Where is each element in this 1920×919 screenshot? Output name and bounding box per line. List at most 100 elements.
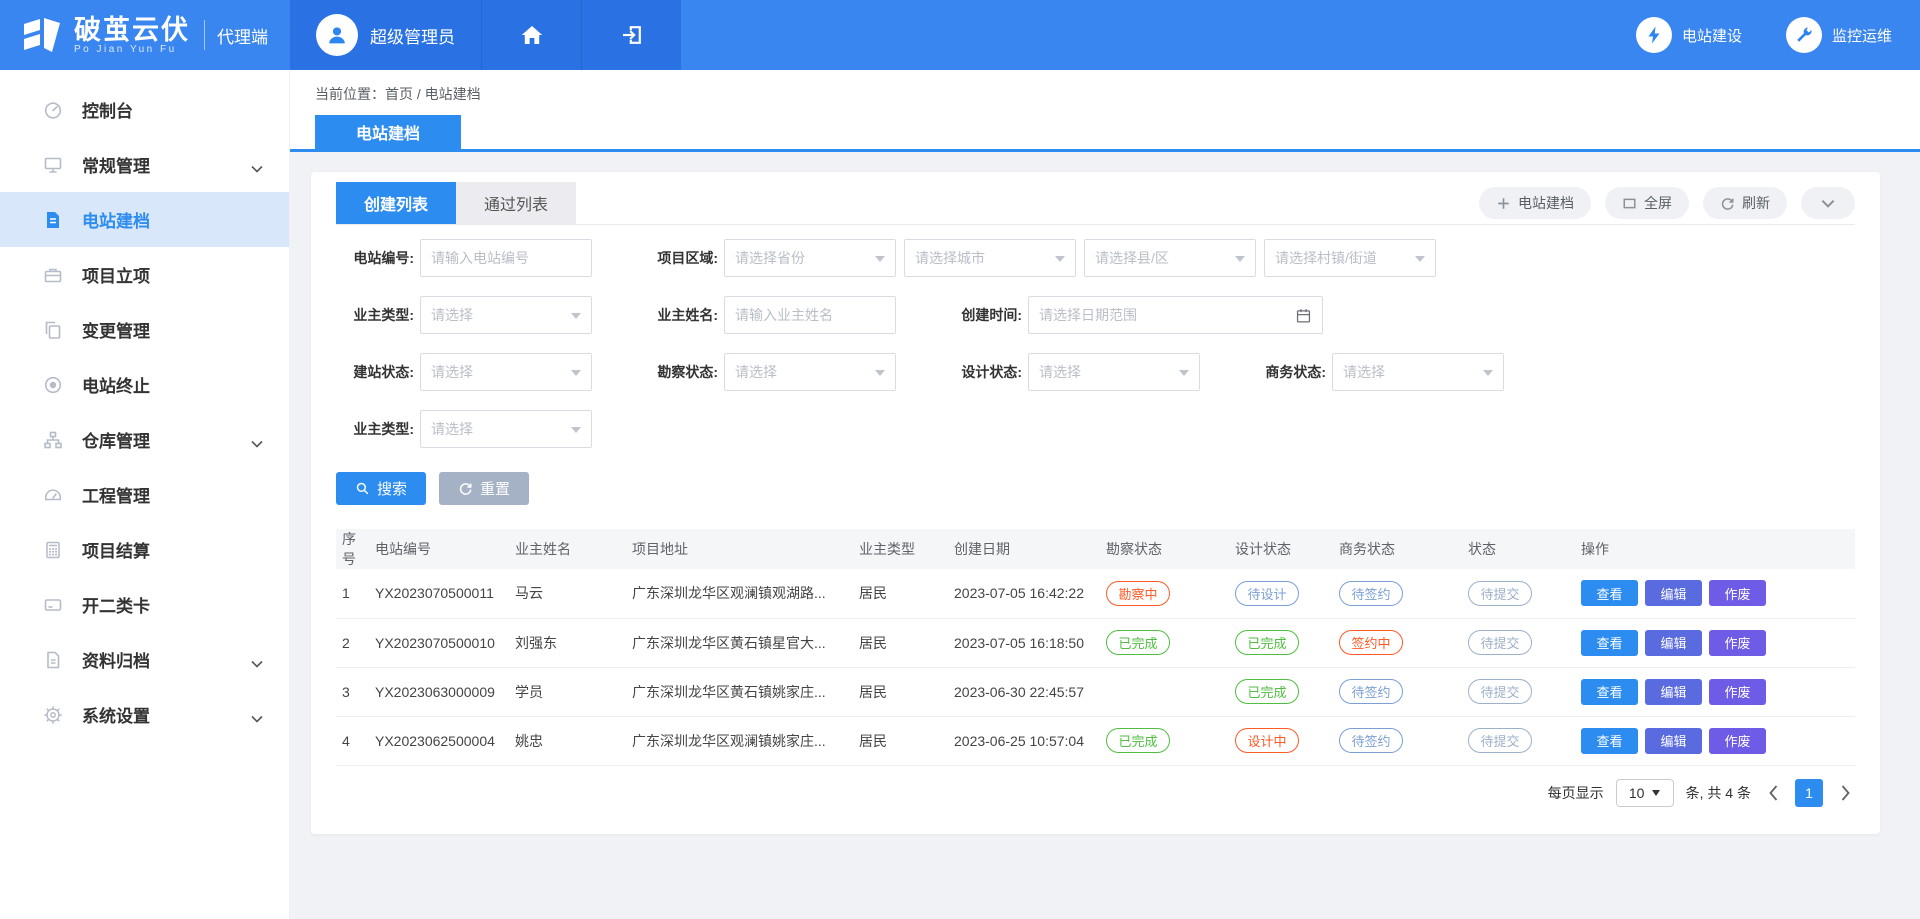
table-header-row: 序号 电站编号 业主姓名 项目地址 业主类型 创建日期 勘察状态 设计状态 商务… (336, 529, 1855, 569)
edit-button[interactable]: 编辑 (1645, 580, 1702, 606)
sidebar-item-warehouse[interactable]: 仓库管理 (0, 412, 289, 467)
sidebar-item-settings[interactable]: 系统设置 (0, 687, 289, 742)
target-icon (42, 374, 64, 396)
chevron-down-icon (251, 160, 263, 178)
sidebar-item-station-terminate[interactable]: 电站终止 (0, 357, 289, 412)
calculator-icon (42, 539, 64, 561)
sidebar-item-type2-card[interactable]: 开二类卡 (0, 577, 289, 632)
view-button[interactable]: 查看 (1581, 630, 1638, 656)
edit-button[interactable]: 编辑 (1645, 630, 1702, 656)
sidebar-item-settlement[interactable]: 项目结算 (0, 522, 289, 577)
per-page-label: 每页显示 (1548, 783, 1604, 803)
chevron-down-icon (251, 655, 263, 673)
survey-status-select[interactable]: 请选择 (724, 353, 896, 391)
status-badge: 待签约 (1339, 581, 1403, 606)
sitemap-icon (42, 429, 64, 451)
sidebar-item-general[interactable]: 常规管理 (0, 137, 289, 192)
status-badge: 已完成 (1235, 630, 1299, 655)
create-station-button[interactable]: 电站建档 (1479, 187, 1591, 219)
monitor-icon (42, 154, 64, 176)
village-select[interactable]: 请选择村镇/街道 (1264, 239, 1436, 277)
design-status-select[interactable]: 请选择 (1028, 353, 1200, 391)
view-button[interactable]: 查看 (1581, 679, 1638, 705)
edit-button[interactable]: 编辑 (1645, 679, 1702, 705)
table-row: 1 YX2023070500011 马云 广东深圳龙华区观澜镇观湖路... 居民… (336, 569, 1855, 618)
logo-icon (20, 13, 64, 57)
fullscreen-button[interactable]: 全屏 (1605, 187, 1689, 219)
build-status-select[interactable]: 请选择 (420, 353, 592, 391)
wrench-icon (1794, 25, 1814, 45)
status-badge: 待提交 (1468, 630, 1532, 655)
owner-type-select[interactable]: 请选择 (420, 296, 592, 334)
sidebar-item-station-archive[interactable]: 电站建档 (0, 192, 289, 247)
breadcrumb: 当前位置：首页 / 电站建档 (315, 84, 1920, 106)
owner-name-input[interactable] (724, 296, 896, 334)
void-button[interactable]: 作废 (1709, 630, 1766, 656)
portal-label: 代理端 (217, 23, 268, 48)
sidebar-item-change-mgmt[interactable]: 变更管理 (0, 302, 289, 357)
caret-down-icon (1652, 790, 1660, 800)
date-range-picker[interactable]: 请选择日期范围 (1028, 296, 1323, 334)
user-menu[interactable]: 超级管理员 (290, 0, 481, 70)
status-badge: 已完成 (1235, 679, 1299, 704)
county-select[interactable]: 请选择县/区 (1084, 239, 1256, 277)
pagination: 每页显示 10 条, 共 4 条 1 (336, 779, 1855, 807)
reset-button[interactable]: 重置 (439, 472, 529, 505)
void-button[interactable]: 作废 (1709, 679, 1766, 705)
home-button[interactable] (481, 0, 581, 70)
caret-down-icon (571, 427, 581, 438)
app-header: 破茧云伏 Po Jian Yun Fu 代理端 超级管理员 (0, 0, 1920, 70)
tab-pass-list[interactable]: 通过列表 (456, 182, 576, 224)
sidebar-item-data-archive[interactable]: 资料归档 (0, 632, 289, 687)
collapse-button[interactable] (1801, 187, 1855, 219)
quick-link-construction[interactable]: 电站建设 (1636, 17, 1742, 53)
view-button[interactable]: 查看 (1581, 580, 1638, 606)
refresh-icon (1720, 196, 1735, 211)
search-icon (355, 481, 370, 496)
sidebar-item-console[interactable]: 控制台 (0, 82, 289, 137)
dashboard-icon (42, 99, 64, 121)
status-badge: 待提交 (1468, 679, 1532, 704)
business-status-select[interactable]: 请选择 (1332, 353, 1504, 391)
sidebar-item-project-init[interactable]: 项目立项 (0, 247, 289, 302)
sidebar-item-engineering[interactable]: 工程管理 (0, 467, 289, 522)
gauge-icon (42, 484, 64, 506)
logout-button[interactable] (581, 0, 681, 70)
chevron-right-icon (1840, 785, 1851, 801)
tab-create-list[interactable]: 创建列表 (336, 182, 456, 224)
status-badge: 设计中 (1235, 728, 1299, 753)
city-select[interactable]: 请选择城市 (904, 239, 1076, 277)
page-number-button[interactable]: 1 (1795, 779, 1823, 807)
app-title: 破茧云伏 (74, 16, 190, 44)
user-name: 超级管理员 (370, 23, 455, 48)
sidebar: 控制台 常规管理 电站建档 项目立项 (0, 70, 290, 919)
page-size-select[interactable]: 10 (1616, 779, 1674, 807)
refresh-button[interactable]: 刷新 (1703, 187, 1787, 219)
status-badge: 待提交 (1468, 728, 1532, 753)
caret-down-icon (875, 256, 885, 267)
content-card: 创建列表 通过列表 电站建档 全屏 刷新 (311, 172, 1880, 834)
station-code-input[interactable] (420, 239, 592, 277)
caret-down-icon (875, 370, 885, 381)
caret-down-icon (1179, 370, 1189, 381)
search-button[interactable]: 搜索 (336, 472, 426, 505)
void-button[interactable]: 作废 (1709, 728, 1766, 754)
card-icon (42, 594, 64, 616)
status-badge: 签约中 (1339, 630, 1403, 655)
reset-icon (458, 481, 473, 496)
page-title-tab[interactable]: 电站建档 (315, 115, 461, 149)
list-tabs: 创建列表 通过列表 (336, 182, 576, 224)
quick-link-monitoring[interactable]: 监控运维 (1786, 17, 1892, 53)
main-area: 当前位置：首页 / 电站建档 电站建档 创建列表 通过列表 电站建档 全屏 (290, 70, 1920, 919)
divider (204, 20, 205, 50)
file-icon (42, 649, 64, 671)
view-button[interactable]: 查看 (1581, 728, 1638, 754)
province-select[interactable]: 请选择省份 (724, 239, 896, 277)
next-page-button[interactable] (1835, 779, 1855, 807)
edit-button[interactable]: 编辑 (1645, 728, 1702, 754)
prev-page-button[interactable] (1763, 779, 1783, 807)
void-button[interactable]: 作废 (1709, 580, 1766, 606)
status-badge: 待签约 (1339, 728, 1403, 753)
owner-type2-select[interactable]: 请选择 (420, 410, 592, 448)
avatar[interactable] (316, 14, 358, 56)
